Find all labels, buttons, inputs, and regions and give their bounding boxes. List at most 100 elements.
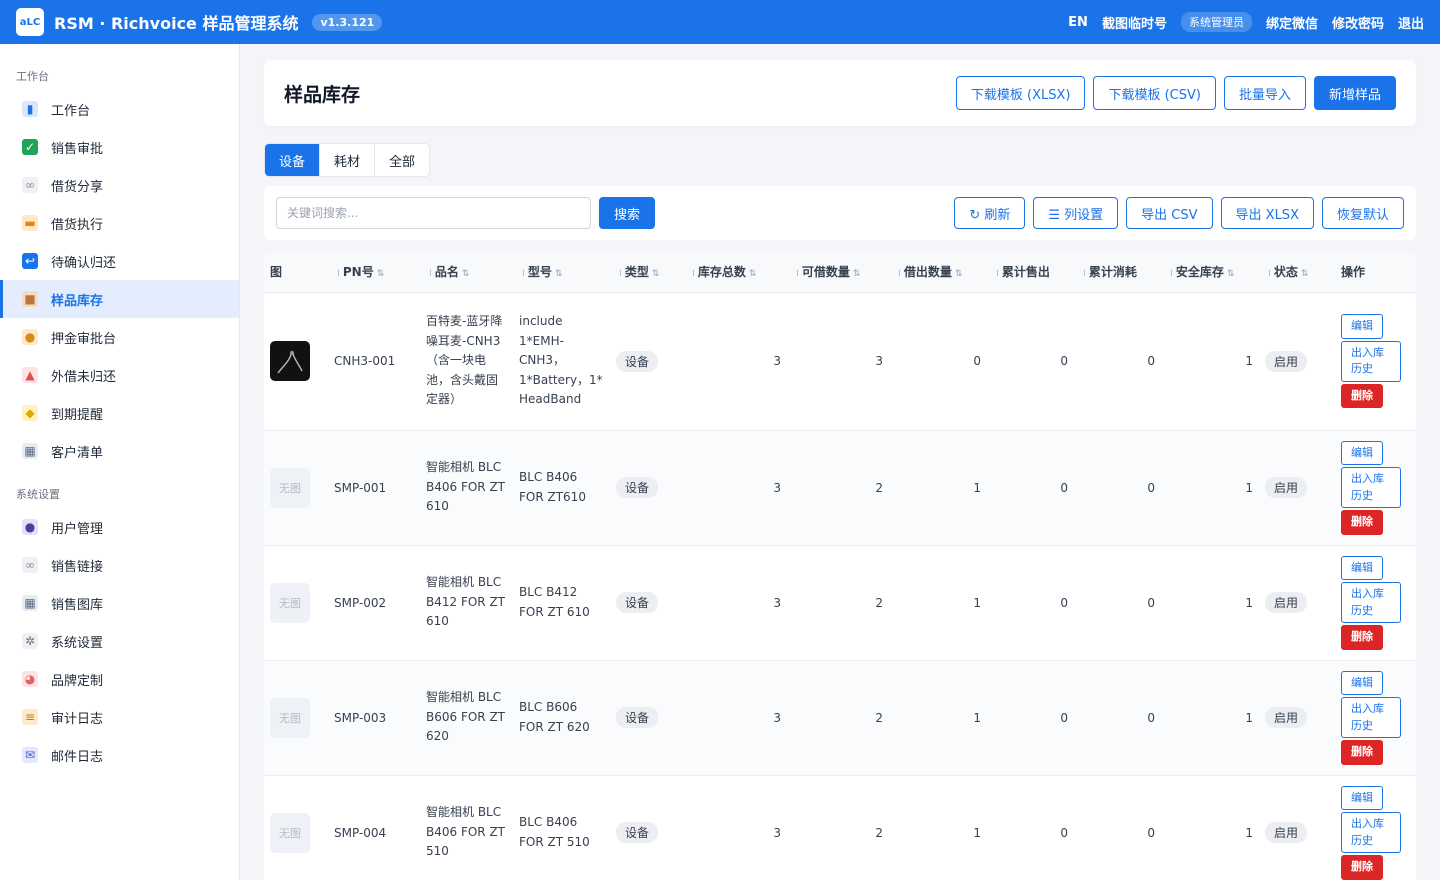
search-button[interactable]: 搜索 (599, 197, 656, 229)
sidebar-item[interactable]: ▬ 借货执行 (0, 204, 239, 242)
status-badge: 启用 (1265, 707, 1308, 728)
drag-handle-icon[interactable]: ⁞ (796, 269, 799, 279)
sidebar-item[interactable]: ✲ 系统设置 (0, 622, 239, 660)
delete-button[interactable]: 删除 (1341, 625, 1383, 650)
edit-button[interactable]: 编辑 (1341, 314, 1383, 339)
column-header-label: 类型 (624, 265, 649, 280)
delete-button[interactable]: 删除 (1341, 510, 1383, 535)
sidebar-item[interactable]: ∞ 借货分享 (0, 166, 239, 204)
sort-icon[interactable]: ⇅ (1301, 269, 1309, 279)
column-header[interactable]: ⁞ 库存总数 ⇅ (683, 252, 787, 293)
category-tabs: 设备 耗材 全部 (264, 143, 431, 177)
stock-history-button[interactable]: 出入库历史 (1341, 582, 1401, 623)
add-sample-button[interactable]: 新增样品 (1313, 76, 1396, 110)
delete-button[interactable]: 删除 (1341, 383, 1383, 408)
column-header[interactable]: ⁞ PN号 ⇅ (328, 252, 420, 293)
reset-default-button[interactable]: 恢复默认 (1321, 197, 1404, 229)
stock-history-button[interactable]: 出入库历史 (1341, 697, 1401, 738)
column-header-label: PN号 (342, 265, 374, 280)
search-input[interactable] (276, 197, 591, 229)
sidebar-item-label: 品牌定制 (51, 673, 104, 689)
sidebar-item[interactable]: ∞ 销售链接 (0, 546, 239, 584)
sort-icon[interactable]: ⇅ (555, 269, 563, 279)
edit-button[interactable]: 编辑 (1341, 555, 1383, 580)
sidebar-item[interactable]: ◕ 品牌定制 (0, 660, 239, 698)
column-header-label: 借出数量 (903, 265, 952, 280)
column-header[interactable]: ⁞ 可借数量 ⇅ (787, 252, 889, 293)
refresh-button[interactable]: ↻ 刷新 (954, 197, 1026, 229)
sidebar-item[interactable]: ▲ 外借未归还 (0, 356, 239, 394)
download-csv-template-button[interactable]: 下载模板 (CSV) (1093, 76, 1216, 110)
column-settings-button[interactable]: ☰ 列设置 (1033, 197, 1119, 229)
delete-button[interactable]: 删除 (1341, 740, 1383, 765)
logout-link[interactable]: 退出 (1398, 13, 1424, 32)
sort-icon[interactable]: ⇅ (377, 269, 385, 279)
sort-icon[interactable]: ⇅ (749, 269, 757, 279)
available-cell: 2 (875, 710, 883, 725)
column-header[interactable]: ⁞ 类型 ⇅ (610, 252, 683, 293)
palette-icon: ◕ (22, 671, 38, 687)
link-icon: ∞ (22, 557, 38, 573)
table-row[interactable]: 无图 SMP-004 智能相机 BLC B406 FOR ZT 510 BLC B40… (264, 775, 1416, 880)
download-xlsx-template-button[interactable]: 下载模板 (XLSX) (955, 76, 1086, 110)
edit-button[interactable]: 编辑 (1341, 440, 1383, 465)
sidebar-item[interactable]: ● 用户管理 (0, 508, 239, 546)
sidebar-item[interactable]: ■ 样品库存 (0, 280, 239, 318)
drag-handle-icon[interactable]: ⁞ (898, 269, 901, 279)
screenshot-tag[interactable]: 截图临时号 (1102, 13, 1167, 32)
table-toolbar: 搜索 ↻ 刷新 ☰ 列设置 导出 CSV 导出 XLSX 恢复默认 (264, 186, 1416, 240)
drag-handle-icon[interactable]: ⁞ (692, 269, 695, 279)
drag-handle-icon[interactable]: ⁞ (522, 269, 525, 279)
table-row[interactable]: 无图 SMP-002 智能相机 BLC B412 FOR ZT 610 BLC B41… (264, 545, 1416, 661)
table-row[interactable]: 无图 SMP-003 智能相机 BLC B606 FOR ZT 620 BLC B60… (264, 660, 1416, 776)
column-header[interactable]: ⁞ 品名 ⇅ (420, 252, 513, 293)
drag-handle-icon[interactable]: ⁞ (1268, 269, 1271, 279)
drag-handle-icon[interactable]: ⁞ (996, 269, 999, 279)
drag-handle-icon[interactable]: ⁞ (1170, 269, 1173, 279)
column-header[interactable]: ⁞ 安全库存 ⇅ (1161, 252, 1259, 293)
tab-device[interactable]: 设备 (265, 144, 321, 176)
sort-icon[interactable]: ⇅ (955, 269, 963, 279)
bind-wechat-link[interactable]: 绑定微信 (1266, 13, 1318, 32)
type-badge: 设备 (616, 477, 659, 498)
sort-icon[interactable]: ⇅ (652, 269, 660, 279)
app-title: RSM · Richvoice 样品管理系统 (54, 14, 299, 33)
export-csv-button[interactable]: 导出 CSV (1126, 197, 1213, 229)
column-header[interactable]: ⁞ 型号 ⇅ (513, 252, 610, 293)
stock-history-button[interactable]: 出入库历史 (1341, 340, 1401, 382)
sidebar-item[interactable]: ≡ 审计日志 (0, 698, 239, 736)
sidebar-item[interactable]: ▦ 客户清单 (0, 432, 239, 470)
sidebar-item[interactable]: ▮ 工作台 (0, 90, 239, 128)
column-header[interactable]: ⁞ 借出数量 ⇅ (889, 252, 987, 293)
sort-icon[interactable]: ⇅ (462, 269, 470, 279)
stock-history-button[interactable]: 出入库历史 (1341, 467, 1401, 508)
change-password-link[interactable]: 修改密码 (1332, 13, 1384, 32)
sidebar-item[interactable]: ◆ 到期提醒 (0, 394, 239, 432)
drag-handle-icon[interactable]: ⁞ (429, 269, 432, 279)
available-cell: 3 (875, 354, 883, 368)
sidebar-item[interactable]: ✓ 销售审批 (0, 128, 239, 166)
drag-handle-icon[interactable]: ⁞ (619, 269, 622, 279)
sidebar-item[interactable]: ↩ 待确认归还 (0, 242, 239, 280)
sidebar-item[interactable]: ● 押金审批台 (0, 318, 239, 356)
sort-icon[interactable]: ⇅ (853, 269, 861, 279)
stock-history-button[interactable]: 出入库历史 (1341, 812, 1401, 853)
tab-all[interactable]: 全部 (375, 144, 429, 176)
drag-handle-icon[interactable]: ⁞ (1083, 269, 1086, 279)
sidebar-item[interactable]: ▦ 销售图库 (0, 584, 239, 622)
edit-button[interactable]: 编辑 (1341, 785, 1383, 810)
table-row[interactable]: 无图 SMP-001 智能相机 BLC B406 FOR ZT 610 BLC B40… (264, 430, 1416, 546)
table-row[interactable]: CNH3-001 百特麦-蓝牙降噪耳麦-CNH3（含一块电池，含头戴固定器） inc… (264, 292, 1416, 431)
sold-cell: 0 (1060, 710, 1068, 725)
drag-handle-icon[interactable]: ⁞ (337, 269, 340, 279)
export-xlsx-button[interactable]: 导出 XLSX (1220, 197, 1314, 229)
delete-button[interactable]: 删除 (1341, 855, 1383, 880)
sidebar-item-label: 待确认归还 (51, 255, 117, 271)
sort-icon[interactable]: ⇅ (1227, 269, 1235, 279)
sidebar-item[interactable]: ✉ 邮件日志 (0, 736, 239, 774)
tab-consumable[interactable]: 耗材 (320, 144, 376, 176)
edit-button[interactable]: 编辑 (1341, 670, 1383, 695)
column-header[interactable]: ⁞ 状态 ⇅ (1259, 252, 1335, 293)
bulk-import-button[interactable]: 批量导入 (1223, 76, 1306, 110)
language-toggle[interactable]: EN (1068, 15, 1088, 30)
